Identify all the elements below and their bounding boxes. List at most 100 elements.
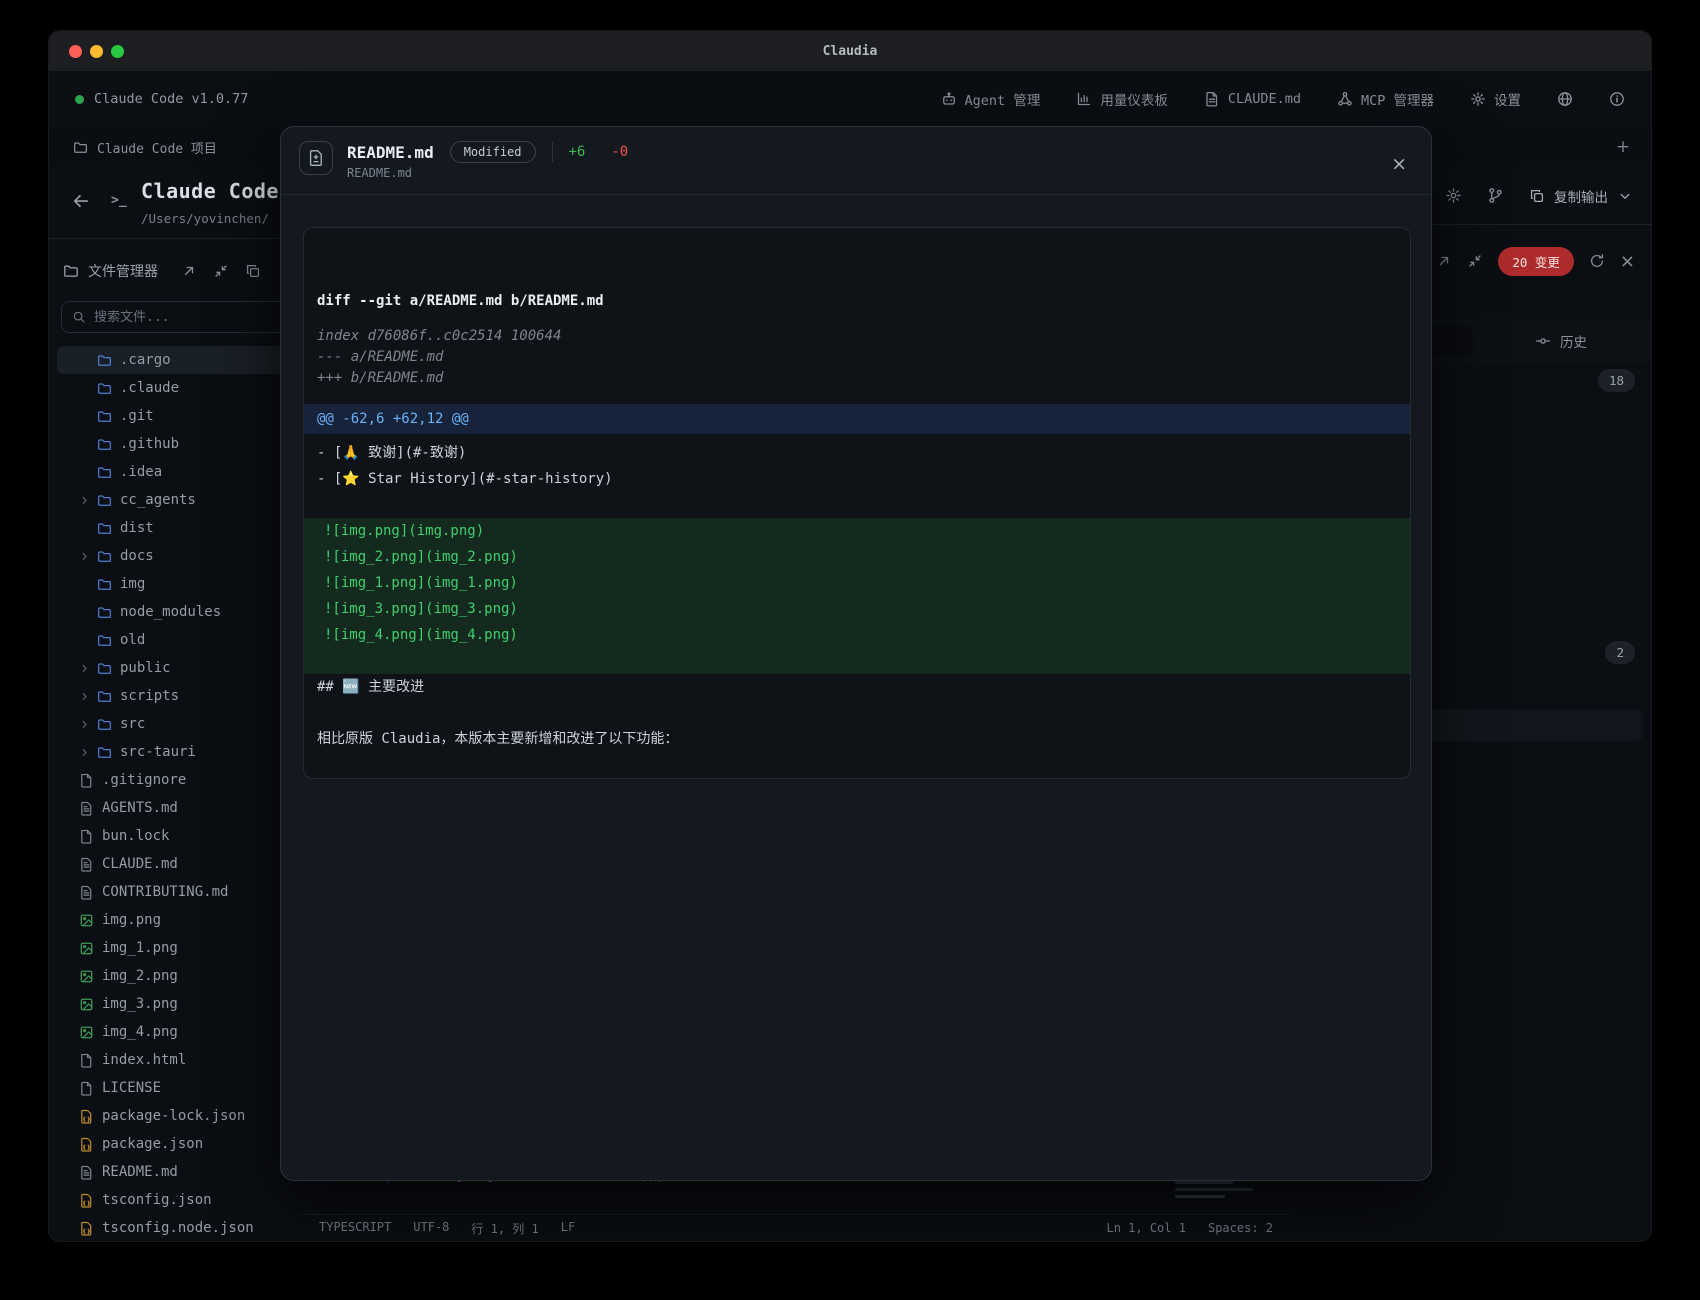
file-name: public [120, 660, 171, 676]
refresh-icon[interactable] [1589, 253, 1605, 269]
close-panel-button[interactable]: × [1620, 251, 1635, 272]
folder-icon [97, 464, 113, 480]
tab-claude-code-project[interactable]: Claude Code 项目 [63, 138, 227, 157]
language-mode[interactable]: TYPESCRIPT [319, 1220, 391, 1237]
menu-usage-dashboard[interactable]: 用量仪表板 [1076, 89, 1168, 109]
file-name: index.html [102, 1052, 186, 1068]
tree-item-README.md[interactable]: README.md [57, 1158, 305, 1186]
tree-item-img.png[interactable]: img.png [57, 906, 305, 934]
copy-icon[interactable] [245, 263, 261, 279]
chevron-spacer [79, 436, 97, 452]
file-name: dist [120, 520, 154, 536]
eol-type[interactable]: LF [561, 1220, 575, 1237]
tree-item-package-lock.json[interactable]: package-lock.json [57, 1102, 305, 1130]
tree-item-img_4.png[interactable]: img_4.png [57, 1018, 305, 1046]
tree-item-img_1.png[interactable]: img_1.png [57, 934, 305, 962]
collapse-all-icon[interactable] [213, 263, 229, 279]
folder-icon [97, 576, 113, 592]
tree-item-.claude[interactable]: .claude [57, 374, 305, 402]
file-name: .github [120, 436, 179, 452]
expand-all-icon[interactable] [181, 263, 197, 279]
tree-item-index.html[interactable]: index.html [57, 1046, 305, 1074]
diff-line-context [304, 492, 1410, 518]
file-search-box[interactable] [61, 301, 289, 333]
tree-item-cc_agents[interactable]: cc_agents [57, 486, 305, 514]
file-manager-label: 文件管理器 [88, 261, 158, 281]
search-input[interactable] [94, 310, 278, 325]
close-window-button[interactable] [69, 45, 82, 58]
menu-claude-md[interactable]: CLAUDE.md [1204, 91, 1301, 107]
minimize-window-button[interactable] [90, 45, 103, 58]
tree-item-package.json[interactable]: package.json [57, 1130, 305, 1158]
back-button[interactable] [71, 191, 91, 211]
indentation[interactable]: Spaces: 2 [1208, 1221, 1273, 1235]
gear-icon[interactable] [1445, 187, 1462, 204]
tree-item-public[interactable]: public [57, 654, 305, 682]
file-name: CONTRIBUTING.md [102, 884, 228, 900]
chevron-right-icon[interactable] [79, 744, 97, 760]
tree-item-img[interactable]: img [57, 570, 305, 598]
info-button[interactable] [1609, 91, 1625, 107]
menu-settings[interactable]: 设置 [1470, 89, 1521, 109]
folder-icon [97, 436, 113, 452]
chevron-right-icon[interactable] [79, 688, 97, 704]
tree-item-tsconfig.json[interactable]: tsconfig.json [57, 1186, 305, 1214]
doc-icon [79, 856, 95, 872]
tree-item-src[interactable]: src [57, 710, 305, 738]
file-name: img_1.png [102, 940, 178, 956]
tree-item-.git[interactable]: .git [57, 402, 305, 430]
chevron-spacer [79, 632, 97, 648]
chevron-right-icon[interactable] [79, 492, 97, 508]
copy-output-button[interactable]: 复制输出 [1529, 186, 1633, 206]
zoom-window-button[interactable] [111, 45, 124, 58]
tree-item-LICENSE[interactable]: LICENSE [57, 1074, 305, 1102]
file-name: .cargo [120, 352, 171, 368]
menu-mcp-manager[interactable]: MCP 管理器 [1337, 89, 1434, 109]
tree-item-.cargo[interactable]: .cargo [57, 346, 305, 374]
cursor-position[interactable]: Ln 1, Col 1 [1106, 1221, 1185, 1235]
file-name: img_2.png [102, 968, 178, 984]
collapse-icon[interactable] [1467, 253, 1483, 269]
close-modal-button[interactable]: × [1391, 153, 1407, 175]
chevron-spacer [79, 576, 97, 592]
status-left: TYPESCRIPT UTF-8 行 1, 列 1 LF [319, 1220, 575, 1237]
chevron-right-icon[interactable] [79, 716, 97, 732]
git-branch-icon[interactable] [1487, 187, 1504, 204]
tree-item-AGENTS.md[interactable]: AGENTS.md [57, 794, 305, 822]
folder-icon [97, 380, 113, 396]
folder-icon [97, 520, 113, 536]
changes-tab-fragment[interactable] [1427, 325, 1473, 357]
tree-item-tsconfig.node.json[interactable]: tsconfig.node.json [57, 1214, 305, 1241]
tree-item-img_3.png[interactable]: img_3.png [57, 990, 305, 1018]
tree-item-.github[interactable]: .github [57, 430, 305, 458]
tree-item-dist[interactable]: dist [57, 514, 305, 542]
tab-history[interactable]: 历史 [1535, 319, 1587, 363]
project-header: >_ Claude Code /Users/yovinchen/ [49, 167, 311, 239]
chevron-spacer [79, 380, 97, 396]
tree-item-.idea[interactable]: .idea [57, 458, 305, 486]
tree-item-.gitignore[interactable]: .gitignore [57, 766, 305, 794]
chevron-right-icon[interactable] [79, 548, 97, 564]
globe-icon [1557, 91, 1573, 107]
window-title: Claudia [823, 44, 878, 59]
expand-icon[interactable] [1436, 253, 1452, 269]
menu-agent-manager[interactable]: Agent 管理 [941, 89, 1041, 109]
tree-item-node_modules[interactable]: node_modules [57, 598, 305, 626]
tree-item-src-tauri[interactable]: src-tauri [57, 738, 305, 766]
tree-item-docs[interactable]: docs [57, 542, 305, 570]
language-globe-button[interactable] [1557, 91, 1573, 107]
new-tab-button[interactable]: + [1611, 135, 1635, 159]
tree-item-CLAUDE.md[interactable]: CLAUDE.md [57, 850, 305, 878]
tree-item-CONTRIBUTING.md[interactable]: CONTRIBUTING.md [57, 878, 305, 906]
chevron-right-icon[interactable] [79, 660, 97, 676]
folder-icon [97, 604, 113, 620]
image-icon [79, 1024, 95, 1040]
encoding[interactable]: UTF-8 [413, 1220, 449, 1237]
tree-item-bun.lock[interactable]: bun.lock [57, 822, 305, 850]
changes-count-badge: 20 变更 [1498, 247, 1574, 276]
tree-item-img_2.png[interactable]: img_2.png [57, 962, 305, 990]
tree-item-scripts[interactable]: scripts [57, 682, 305, 710]
tree-item-old[interactable]: old [57, 626, 305, 654]
diff-line-context: ## 🆕 主要改进 [304, 674, 1410, 700]
cursor-position-cn[interactable]: 行 1, 列 1 [471, 1220, 538, 1237]
